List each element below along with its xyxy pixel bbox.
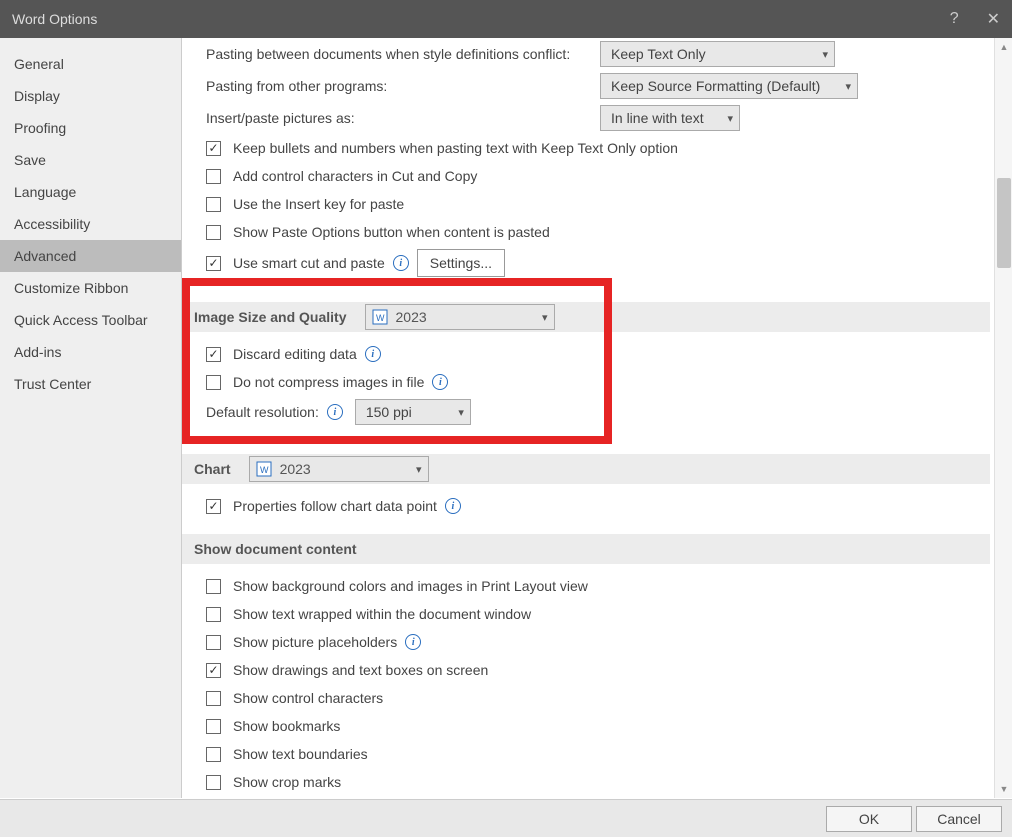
add-control-chars-checkbox[interactable] xyxy=(206,169,221,184)
info-icon[interactable] xyxy=(365,346,381,362)
chart-section-title: Chart xyxy=(194,461,231,477)
info-icon[interactable] xyxy=(445,498,461,514)
sidebar-item-display[interactable]: Display xyxy=(0,80,181,112)
sidebar-item-customize-ribbon[interactable]: Customize Ribbon xyxy=(0,272,181,304)
sidebar-item-accessibility[interactable]: Accessibility xyxy=(0,208,181,240)
close-button[interactable]: ✕ xyxy=(987,9,1000,29)
cancel-button[interactable]: Cancel xyxy=(916,806,1002,832)
drawings-label: Show drawings and text boxes on screen xyxy=(233,662,488,678)
content-pane: Pasting between documents when style def… xyxy=(182,38,1012,798)
show-paste-options-label: Show Paste Options button when content i… xyxy=(233,224,550,240)
sidebar-item-addins[interactable]: Add-ins xyxy=(0,336,181,368)
word-icon: W xyxy=(372,309,388,325)
text-boundaries-checkbox[interactable] xyxy=(206,747,221,762)
chart-section-header: Chart W 2023 xyxy=(182,454,990,484)
info-icon[interactable] xyxy=(327,404,343,420)
sidebar-item-proofing[interactable]: Proofing xyxy=(0,112,181,144)
image-quality-section-header: Image Size and Quality W 2023 xyxy=(182,302,990,332)
properties-follow-label: Properties follow chart data point xyxy=(233,498,437,514)
scroll-up-arrow[interactable]: ▲ xyxy=(995,38,1012,56)
pasting-from-dropdown[interactable]: Keep Source Formatting (Default) xyxy=(600,73,858,99)
picture-placeholders-checkbox[interactable] xyxy=(206,635,221,650)
pasting-between-dropdown[interactable]: Keep Text Only xyxy=(600,41,835,67)
drawings-checkbox[interactable] xyxy=(206,663,221,678)
bookmarks-checkbox[interactable] xyxy=(206,719,221,734)
control-chars-label: Show control characters xyxy=(233,690,383,706)
text-boundaries-label: Show text boundaries xyxy=(233,746,368,762)
word-icon: W xyxy=(256,461,272,477)
scroll-down-arrow[interactable]: ▼ xyxy=(995,780,1012,798)
settings-button[interactable]: Settings... xyxy=(417,249,505,277)
insert-paste-label: Insert/paste pictures as: xyxy=(206,110,592,126)
show-paste-options-checkbox[interactable] xyxy=(206,225,221,240)
no-compress-checkbox[interactable] xyxy=(206,375,221,390)
discard-editing-data-checkbox[interactable] xyxy=(206,347,221,362)
titlebar: Word Options ? ✕ xyxy=(0,0,1012,38)
bg-colors-label: Show background colors and images in Pri… xyxy=(233,578,588,594)
discard-editing-data-label: Discard editing data xyxy=(233,346,357,362)
show-document-content-title: Show document content xyxy=(194,541,357,557)
ok-button[interactable]: OK xyxy=(826,806,912,832)
keep-bullets-checkbox[interactable] xyxy=(206,141,221,156)
no-compress-label: Do not compress images in file xyxy=(233,374,424,390)
pasting-between-label: Pasting between documents when style def… xyxy=(206,46,592,62)
sidebar-item-trust-center[interactable]: Trust Center xyxy=(0,368,181,400)
info-icon[interactable] xyxy=(432,374,448,390)
info-icon[interactable] xyxy=(405,634,421,650)
keep-bullets-label: Keep bullets and numbers when pasting te… xyxy=(233,140,678,156)
scroll-thumb[interactable] xyxy=(997,178,1011,268)
picture-placeholders-label: Show picture placeholders xyxy=(233,634,397,650)
crop-marks-label: Show crop marks xyxy=(233,774,341,790)
sidebar-item-general[interactable]: General xyxy=(0,48,181,80)
control-chars-checkbox[interactable] xyxy=(206,691,221,706)
svg-text:W: W xyxy=(260,465,269,475)
sidebar-item-language[interactable]: Language xyxy=(0,176,181,208)
bg-colors-checkbox[interactable] xyxy=(206,579,221,594)
use-insert-key-checkbox[interactable] xyxy=(206,197,221,212)
dialog-footer: OK Cancel xyxy=(0,799,1012,837)
default-resolution-dropdown[interactable]: 150 ppi xyxy=(355,399,471,425)
sidebar-item-save[interactable]: Save xyxy=(0,144,181,176)
pasting-from-label: Pasting from other programs: xyxy=(206,78,592,94)
bookmarks-label: Show bookmarks xyxy=(233,718,340,734)
sidebar: General Display Proofing Save Language A… xyxy=(0,38,182,798)
smart-cut-paste-checkbox[interactable] xyxy=(206,256,221,271)
vertical-scrollbar[interactable]: ▲ ▼ xyxy=(994,38,1012,798)
crop-marks-checkbox[interactable] xyxy=(206,775,221,790)
chart-doc-dropdown[interactable]: W 2023 xyxy=(249,456,429,482)
text-wrapped-checkbox[interactable] xyxy=(206,607,221,622)
window-title: Word Options xyxy=(12,11,97,27)
image-quality-doc-dropdown[interactable]: W 2023 xyxy=(365,304,555,330)
image-quality-section-title: Image Size and Quality xyxy=(194,309,347,325)
default-resolution-label: Default resolution: xyxy=(206,404,319,420)
properties-follow-checkbox[interactable] xyxy=(206,499,221,514)
help-button[interactable]: ? xyxy=(950,10,959,28)
info-icon[interactable] xyxy=(393,255,409,271)
add-control-chars-label: Add control characters in Cut and Copy xyxy=(233,168,477,184)
text-wrapped-label: Show text wrapped within the document wi… xyxy=(233,606,531,622)
insert-paste-dropdown[interactable]: In line with text xyxy=(600,105,740,131)
sidebar-item-advanced[interactable]: Advanced xyxy=(0,240,181,272)
use-insert-key-label: Use the Insert key for paste xyxy=(233,196,404,212)
smart-cut-paste-label: Use smart cut and paste xyxy=(233,255,385,271)
show-document-content-header: Show document content xyxy=(182,534,990,564)
svg-text:W: W xyxy=(376,313,385,323)
sidebar-item-quick-access[interactable]: Quick Access Toolbar xyxy=(0,304,181,336)
